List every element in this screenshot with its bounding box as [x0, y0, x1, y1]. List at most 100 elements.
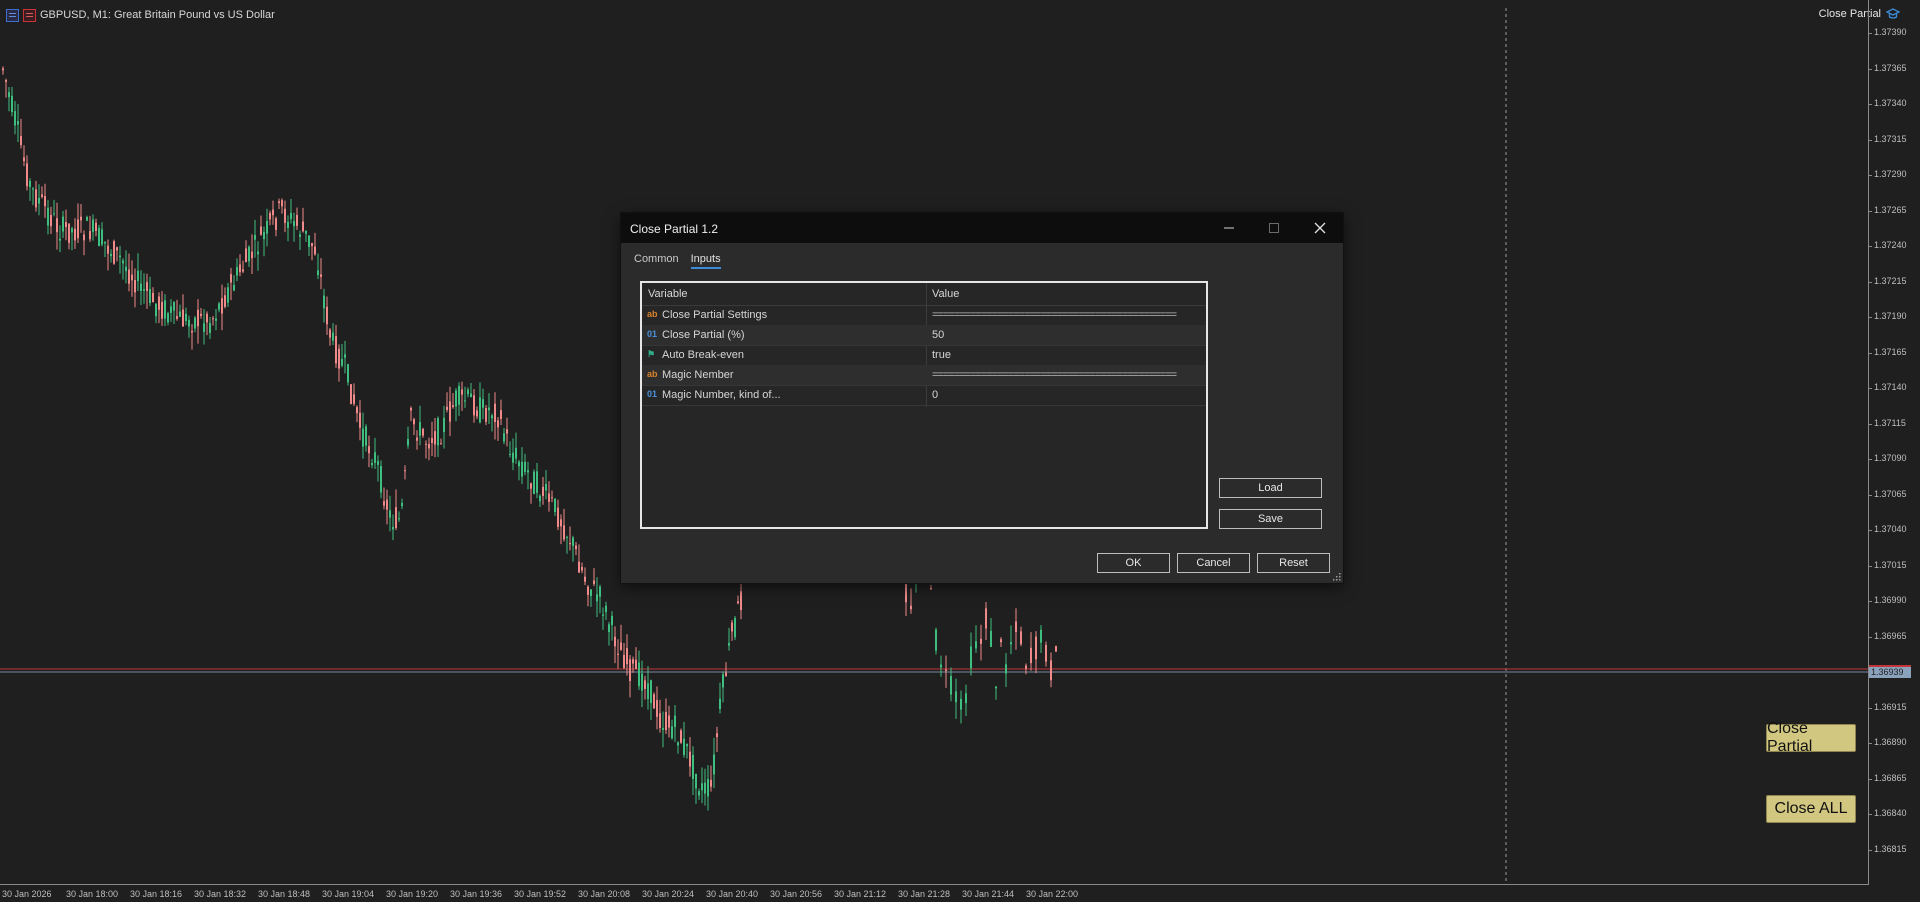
candle — [377, 455, 379, 482]
time-axis-label: 30 Jan 19:36 — [450, 889, 503, 899]
table-row[interactable]: ⚑ Auto Break-even true — [642, 345, 1206, 366]
load-button[interactable]: Load — [1219, 478, 1322, 498]
candle — [29, 178, 31, 201]
candle — [59, 225, 61, 253]
expert-advisor-label[interactable]: Close Partial — [1819, 8, 1900, 20]
candle — [350, 383, 352, 405]
candle — [990, 617, 992, 648]
candle — [8, 87, 10, 112]
price-axis-label: 1.37090 — [1868, 453, 1907, 463]
candle — [320, 258, 322, 290]
candle — [176, 299, 178, 321]
candle — [62, 210, 64, 238]
candle — [587, 585, 589, 607]
candle — [602, 607, 604, 630]
save-button[interactable]: Save — [1219, 509, 1322, 529]
candle — [335, 324, 337, 368]
candle — [677, 741, 679, 754]
chart-symbol-header: GBPUSD, M1: Great Britain Pound vs US Do… — [6, 7, 275, 23]
candle — [731, 619, 733, 641]
candle — [296, 207, 298, 230]
close-partial-button[interactable]: Close Partial — [1766, 720, 1856, 755]
close-button[interactable] — [1297, 213, 1342, 243]
variable-value[interactable]: true — [932, 349, 1202, 361]
bool-type-icon: ⚑ — [647, 349, 656, 359]
candle — [686, 743, 688, 759]
candle — [368, 435, 370, 468]
dialog-titlebar[interactable]: Close Partial 1.2 — [621, 213, 1343, 243]
candle — [515, 432, 517, 464]
table-row[interactable]: ab Close Partial Settings ================… — [642, 305, 1206, 326]
candle — [323, 288, 325, 323]
candle — [209, 317, 211, 339]
column-header-variable[interactable]: Variable — [648, 288, 688, 300]
candle — [287, 215, 289, 242]
price-axis-label: 1.37315 — [1868, 133, 1907, 144]
resize-grip-icon[interactable] — [1333, 573, 1341, 581]
candle — [254, 219, 256, 258]
candle — [233, 275, 235, 292]
candle — [581, 562, 583, 574]
current-price-tag: 1.36939 — [1869, 665, 1911, 678]
candle — [248, 245, 250, 267]
candle — [1030, 632, 1032, 671]
candle — [134, 268, 136, 308]
cancel-button[interactable]: Cancel — [1177, 553, 1250, 573]
candle — [530, 482, 532, 504]
candle — [509, 441, 511, 458]
candle — [910, 588, 912, 614]
close-all-button[interactable]: Close ALL — [1766, 795, 1856, 823]
table-row[interactable]: ab Magic Nember ==========================… — [642, 365, 1206, 386]
candle — [449, 386, 451, 437]
ea-properties-dialog: Close Partial 1.2 Common Inputs Variable… — [621, 213, 1343, 583]
column-header-value[interactable]: Value — [932, 288, 959, 300]
variable-value[interactable]: ========================================… — [932, 369, 1202, 381]
candle — [11, 86, 13, 117]
ok-button[interactable]: OK — [1097, 553, 1170, 573]
candle — [338, 344, 340, 382]
variable-value[interactable]: 0 — [932, 389, 1202, 401]
candle — [458, 382, 460, 416]
price-axis-label: 1.36990 — [1868, 595, 1907, 605]
candle — [92, 214, 94, 241]
tab-common[interactable]: Common — [634, 253, 679, 269]
candle — [119, 245, 121, 274]
reset-button[interactable]: Reset — [1257, 553, 1330, 573]
chart-menu-icon[interactable] — [6, 8, 19, 22]
candle — [125, 250, 127, 284]
candle — [575, 542, 577, 556]
candle — [596, 577, 598, 618]
candle — [536, 462, 538, 499]
candle — [26, 155, 28, 191]
table-row[interactable]: 01 Magic Number, kind of... 0 — [642, 385, 1206, 406]
time-axis-label: 30 Jan 21:12 — [834, 889, 887, 899]
candle — [638, 650, 640, 690]
candle — [728, 627, 730, 651]
candle — [359, 400, 361, 441]
tab-inputs[interactable]: Inputs — [690, 253, 721, 269]
candle — [167, 311, 169, 326]
maximize-button[interactable] — [1251, 213, 1296, 243]
candle — [98, 224, 100, 247]
candle — [611, 611, 613, 641]
variable-value[interactable]: ========================================… — [932, 309, 1202, 321]
candle — [467, 387, 469, 398]
variable-value[interactable]: 50 — [932, 329, 1202, 341]
candle — [314, 232, 316, 256]
candle — [440, 438, 442, 445]
candle — [245, 240, 247, 263]
chart-flag-icon[interactable] — [23, 8, 36, 22]
candle — [497, 416, 499, 441]
price-axis-label: 1.37115 — [1868, 417, 1906, 428]
price-axis-label: 1.36815 — [1868, 843, 1907, 854]
candle — [725, 662, 727, 678]
time-axis-label: 30 Jan 18:48 — [258, 889, 311, 899]
price-axis-label: 1.36865 — [1868, 772, 1907, 783]
candle — [236, 258, 238, 282]
table-row[interactable]: 01 Close Partial (%) 50 — [642, 325, 1206, 346]
candle — [557, 499, 559, 531]
candle — [476, 406, 478, 420]
time-axis-label: 30 Jan 21:28 — [898, 889, 951, 899]
candle — [68, 223, 70, 250]
minimize-button[interactable] — [1206, 213, 1251, 243]
